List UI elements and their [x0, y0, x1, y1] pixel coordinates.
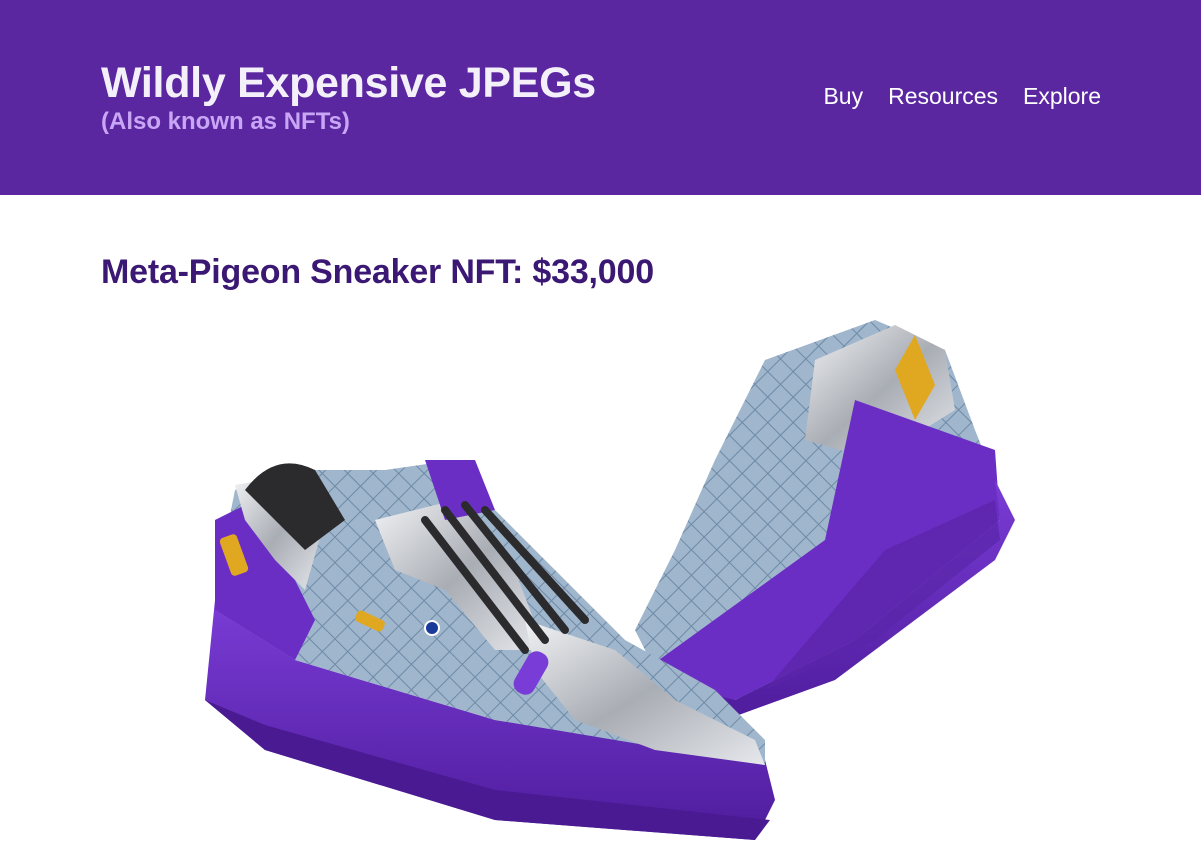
nav-link-buy[interactable]: Buy — [823, 82, 863, 110]
site-subtitle: (Also known as NFTs) — [101, 108, 350, 135]
back-sneaker — [635, 320, 1015, 720]
nav-link-explore[interactable]: Explore — [1023, 82, 1101, 110]
site-header: Wildly Expensive JPEGs (Also known as NF… — [0, 0, 1201, 195]
sneaker-image — [205, 320, 1015, 840]
product-title: Meta-Pigeon Sneaker NFT: $33,000 — [101, 253, 654, 291]
main-content: Meta-Pigeon Sneaker NFT: $33,000 — [101, 250, 654, 294]
site-title: Wildly Expensive JPEGs — [101, 59, 596, 107]
brand: Wildly Expensive JPEGs (Also known as NF… — [101, 58, 596, 136]
main-nav: Buy Resources Explore — [823, 82, 1101, 110]
nav-link-resources[interactable]: Resources — [888, 82, 998, 110]
